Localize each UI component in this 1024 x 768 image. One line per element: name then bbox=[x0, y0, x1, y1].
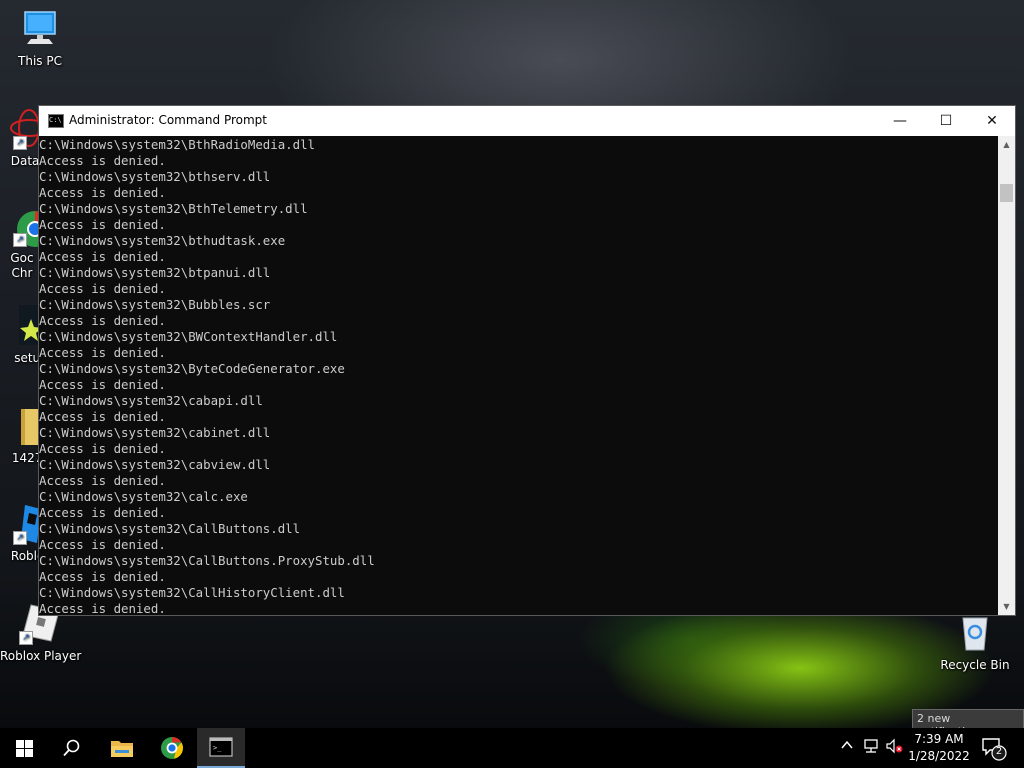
recycle-bin-icon bbox=[954, 612, 996, 654]
console-line: Access is denied. bbox=[39, 473, 166, 488]
taskbar: >_ 7:39 AM 1/28/2022 2 bbox=[0, 728, 1024, 768]
console-line: C:\Windows\system32\Bubbles.scr bbox=[39, 297, 271, 312]
console-line: C:\Windows\system32\bthudtask.exe bbox=[39, 233, 286, 248]
folder-icon bbox=[0, 405, 41, 447]
shortcut-arrow-icon: ↗ bbox=[19, 631, 33, 645]
console-output[interactable]: C:\Windows\system32\BthRadioMedia.dll Acc… bbox=[39, 136, 999, 616]
search-icon bbox=[63, 739, 80, 757]
taskbar-chrome[interactable] bbox=[148, 728, 196, 768]
taskbar-command-prompt[interactable]: >_ bbox=[197, 728, 245, 768]
console-line: Access is denied. bbox=[39, 505, 166, 520]
close-button[interactable]: ✕ bbox=[969, 106, 1015, 136]
setup-star-icon bbox=[0, 305, 42, 347]
console-line: C:\Windows\system32\BWContextHandler.dll bbox=[39, 329, 338, 344]
maximize-button[interactable]: ☐ bbox=[923, 106, 969, 136]
cmd-icon: >_ bbox=[209, 737, 233, 757]
scroll-up-arrow-icon[interactable]: ▲ bbox=[998, 136, 1015, 153]
console-line: Access is denied. bbox=[39, 345, 166, 360]
console-line: C:\Windows\system32\cabapi.dll bbox=[39, 393, 263, 408]
chevron-up-icon[interactable] bbox=[838, 738, 856, 756]
shortcut-arrow-icon: ↗ bbox=[13, 136, 27, 150]
chrome-icon bbox=[161, 737, 183, 759]
clock-date: 1/28/2022 bbox=[908, 749, 970, 763]
atom-icon: ↗ bbox=[0, 108, 48, 150]
console-line: Access is denied. bbox=[39, 217, 166, 232]
console-line: Access is denied. bbox=[39, 185, 166, 200]
network-icon[interactable] bbox=[862, 738, 880, 756]
console-line: C:\Windows\system32\cabview.dll bbox=[39, 457, 271, 472]
roblox-studio-icon: ↗ bbox=[0, 503, 41, 545]
console-line: C:\Windows\system32\CallButtons.ProxyStu… bbox=[39, 553, 375, 568]
console-line: C:\Windows\system32\bthserv.dll bbox=[39, 169, 271, 184]
shortcut-arrow-icon: ↗ bbox=[13, 531, 27, 545]
notification-count-badge: 2 bbox=[995, 746, 1003, 757]
console-line: Access is denied. bbox=[39, 281, 166, 296]
system-clock[interactable]: 7:39 AM 1/28/2022 bbox=[908, 731, 970, 765]
folder-icon bbox=[111, 741, 133, 757]
svg-text:>_: >_ bbox=[213, 744, 222, 752]
action-center-button[interactable]: 2 bbox=[980, 734, 1008, 762]
console-line: Access is denied. bbox=[39, 569, 166, 584]
console-line: C:\Windows\system32\ByteCodeGenerator.ex… bbox=[39, 361, 345, 376]
console-line: Access is denied. bbox=[39, 441, 166, 456]
desktop-icon-recycle-bin[interactable]: Recycle Bin bbox=[935, 612, 1015, 672]
shortcut-arrow-icon: ↗ bbox=[13, 233, 27, 247]
console-line: Access is denied. bbox=[39, 377, 166, 392]
console-line: C:\Windows\system32\cabinet.dll bbox=[39, 425, 271, 440]
console-line: Access is denied. bbox=[39, 601, 166, 616]
console-line: C:\Windows\system32\CallHistoryClient.dl… bbox=[39, 585, 345, 600]
console-line: Access is denied. bbox=[39, 249, 166, 264]
console-line: Access is denied. bbox=[39, 153, 166, 168]
clock-time: 7:39 AM bbox=[914, 732, 964, 746]
console-line: Access is denied. bbox=[39, 409, 166, 424]
desktop-icon-label: This PC bbox=[18, 54, 62, 68]
monitor-icon bbox=[19, 8, 61, 50]
taskbar-file-explorer[interactable] bbox=[98, 728, 146, 768]
console-line: C:\Windows\system32\calc.exe bbox=[39, 489, 248, 504]
console-line: Access is denied. bbox=[39, 313, 166, 328]
minimize-button[interactable]: — bbox=[877, 106, 923, 136]
console-line: C:\Windows\system32\CallButtons.dll bbox=[39, 521, 301, 536]
window-title: Administrator: Command Prompt bbox=[69, 113, 267, 127]
chrome-icon: ↗ bbox=[0, 205, 53, 247]
desktop-icon-label: Goc Chr bbox=[10, 251, 34, 280]
scrollbar-thumb[interactable] bbox=[1000, 184, 1013, 202]
desktop-icon-label: Recycle Bin bbox=[940, 658, 1010, 672]
command-prompt-window[interactable]: C:\ Administrator: Command Prompt — ☐ ✕ … bbox=[38, 105, 1016, 616]
search-button[interactable] bbox=[48, 728, 96, 768]
scroll-down-arrow-icon[interactable]: ▼ bbox=[998, 598, 1015, 615]
console-line: Access is denied. bbox=[39, 537, 166, 552]
cmd-icon: C:\ bbox=[48, 114, 64, 128]
windows-logo-icon bbox=[15, 739, 33, 757]
vertical-scrollbar[interactable]: ▲ ▼ bbox=[998, 136, 1015, 615]
start-button[interactable] bbox=[0, 728, 48, 768]
console-line: C:\Windows\system32\btpanui.dll bbox=[39, 265, 271, 280]
desktop-icon-this-pc[interactable]: This PC bbox=[0, 8, 80, 68]
console-line: C:\Windows\system32\BthRadioMedia.dll bbox=[39, 137, 316, 152]
window-titlebar[interactable]: C:\ Administrator: Command Prompt — ☐ ✕ bbox=[39, 106, 1015, 136]
desktop-icon-label: Roblox Player bbox=[0, 649, 82, 663]
console-line: C:\Windows\system32\BthTelemetry.dll bbox=[39, 201, 308, 216]
speaker-muted-icon[interactable] bbox=[886, 738, 904, 756]
